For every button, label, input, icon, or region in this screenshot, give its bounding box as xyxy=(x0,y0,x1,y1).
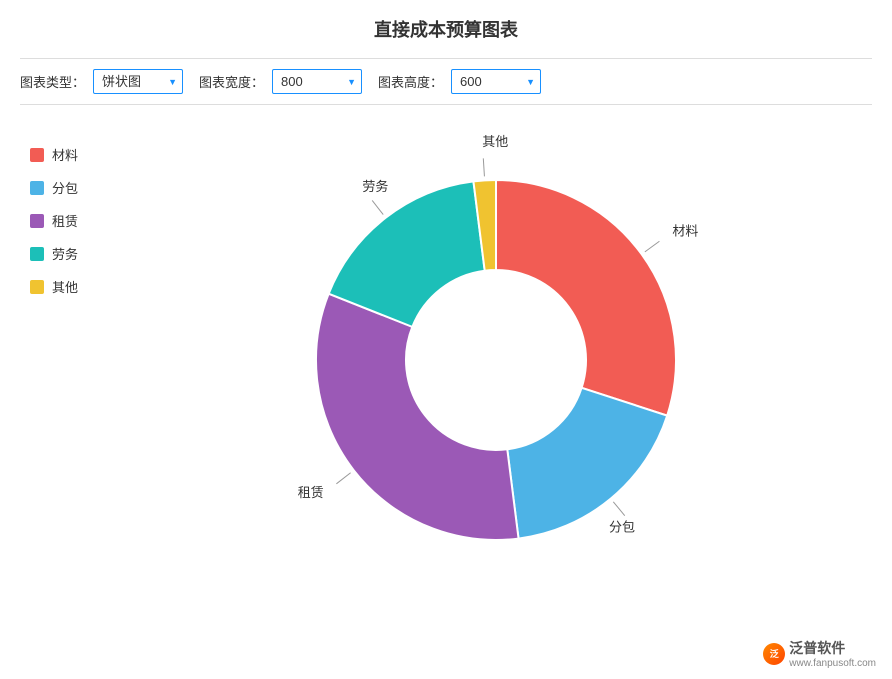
legend-color-materials xyxy=(30,148,44,162)
segment-line-other xyxy=(483,158,484,176)
legend-item-materials: 材料 xyxy=(30,145,110,164)
legend-color-rental xyxy=(30,214,44,228)
chart-area: 材料分包 租赁 劳务 其他 xyxy=(120,125,872,605)
donut-chart-svg: 材料分包 租赁 劳务 其他 xyxy=(206,125,786,605)
brand-icon-text: 泛 xyxy=(770,647,779,660)
segment-line-rental xyxy=(336,473,350,484)
toolbar-height-group: 图表高度： 400 500 600 700 800 xyxy=(378,69,541,94)
height-select-wrapper[interactable]: 400 500 600 700 800 xyxy=(451,69,541,94)
segment-line-materials xyxy=(645,241,660,252)
legend-label-subcontract: 分包 xyxy=(52,178,78,197)
height-label: 图表高度： xyxy=(378,72,443,91)
page-title: 直接成本预算图表 xyxy=(20,16,872,42)
legend-label-other: 其他 xyxy=(52,277,78,296)
segment-subcontract xyxy=(507,388,667,539)
segment-label-materials: 材料 xyxy=(672,223,698,238)
chart-type-select[interactable]: 饼状图 柱状图 折线图 xyxy=(93,69,183,94)
brand-icon: 泛 xyxy=(763,643,785,665)
type-label: 图表类型： xyxy=(20,72,85,91)
width-label: 图表宽度： xyxy=(199,72,264,91)
segment-line-labor xyxy=(372,200,383,214)
legend-item-rental: 租赁 xyxy=(30,211,110,230)
legend-item-labor: 劳务 xyxy=(30,244,110,263)
content-area: 材料 分包 租赁 劳务 其他 材料分包租赁劳务其他 xyxy=(20,125,872,605)
legend-label-labor: 劳务 xyxy=(52,244,78,263)
page-container: 直接成本预算图表 图表类型： 饼状图 柱状图 折线图 图表宽度： 600 700… xyxy=(0,0,892,679)
segment-label-subcontract: 分包 xyxy=(609,519,635,534)
toolbar-width-group: 图表宽度： 600 700 800 900 1000 xyxy=(199,69,362,94)
toolbar: 图表类型： 饼状图 柱状图 折线图 图表宽度： 600 700 800 900 … xyxy=(20,58,872,105)
footer-text: 泛普软件 www.fanpusoft.com xyxy=(789,638,876,669)
legend: 材料 分包 租赁 劳务 其他 xyxy=(20,125,120,316)
legend-item-subcontract: 分包 xyxy=(30,178,110,197)
width-select-wrapper[interactable]: 600 700 800 900 1000 xyxy=(272,69,362,94)
legend-color-labor xyxy=(30,247,44,261)
segment-label-rental: 租赁 xyxy=(298,485,324,500)
segment-label-labor: 劳务 xyxy=(362,179,388,194)
segment-materials xyxy=(496,180,676,416)
legend-item-other: 其他 xyxy=(30,277,110,296)
chart-height-select[interactable]: 400 500 600 700 800 xyxy=(451,69,541,94)
type-select-wrapper[interactable]: 饼状图 柱状图 折线图 xyxy=(93,69,183,94)
brand-name: 泛普软件 xyxy=(789,638,876,658)
toolbar-type-group: 图表类型： 饼状图 柱状图 折线图 xyxy=(20,69,183,94)
footer: 泛 泛普软件 www.fanpusoft.com xyxy=(763,638,876,669)
brand-url: www.fanpusoft.com xyxy=(789,658,876,669)
legend-label-materials: 材料 xyxy=(52,145,78,164)
legend-color-subcontract xyxy=(30,181,44,195)
legend-label-rental: 租赁 xyxy=(52,211,78,230)
segment-line-subcontract xyxy=(613,502,624,516)
segment-label-other: 其他 xyxy=(482,134,508,149)
segment-rental xyxy=(316,294,519,540)
legend-color-other xyxy=(30,280,44,294)
chart-width-select[interactable]: 600 700 800 900 1000 xyxy=(272,69,362,94)
